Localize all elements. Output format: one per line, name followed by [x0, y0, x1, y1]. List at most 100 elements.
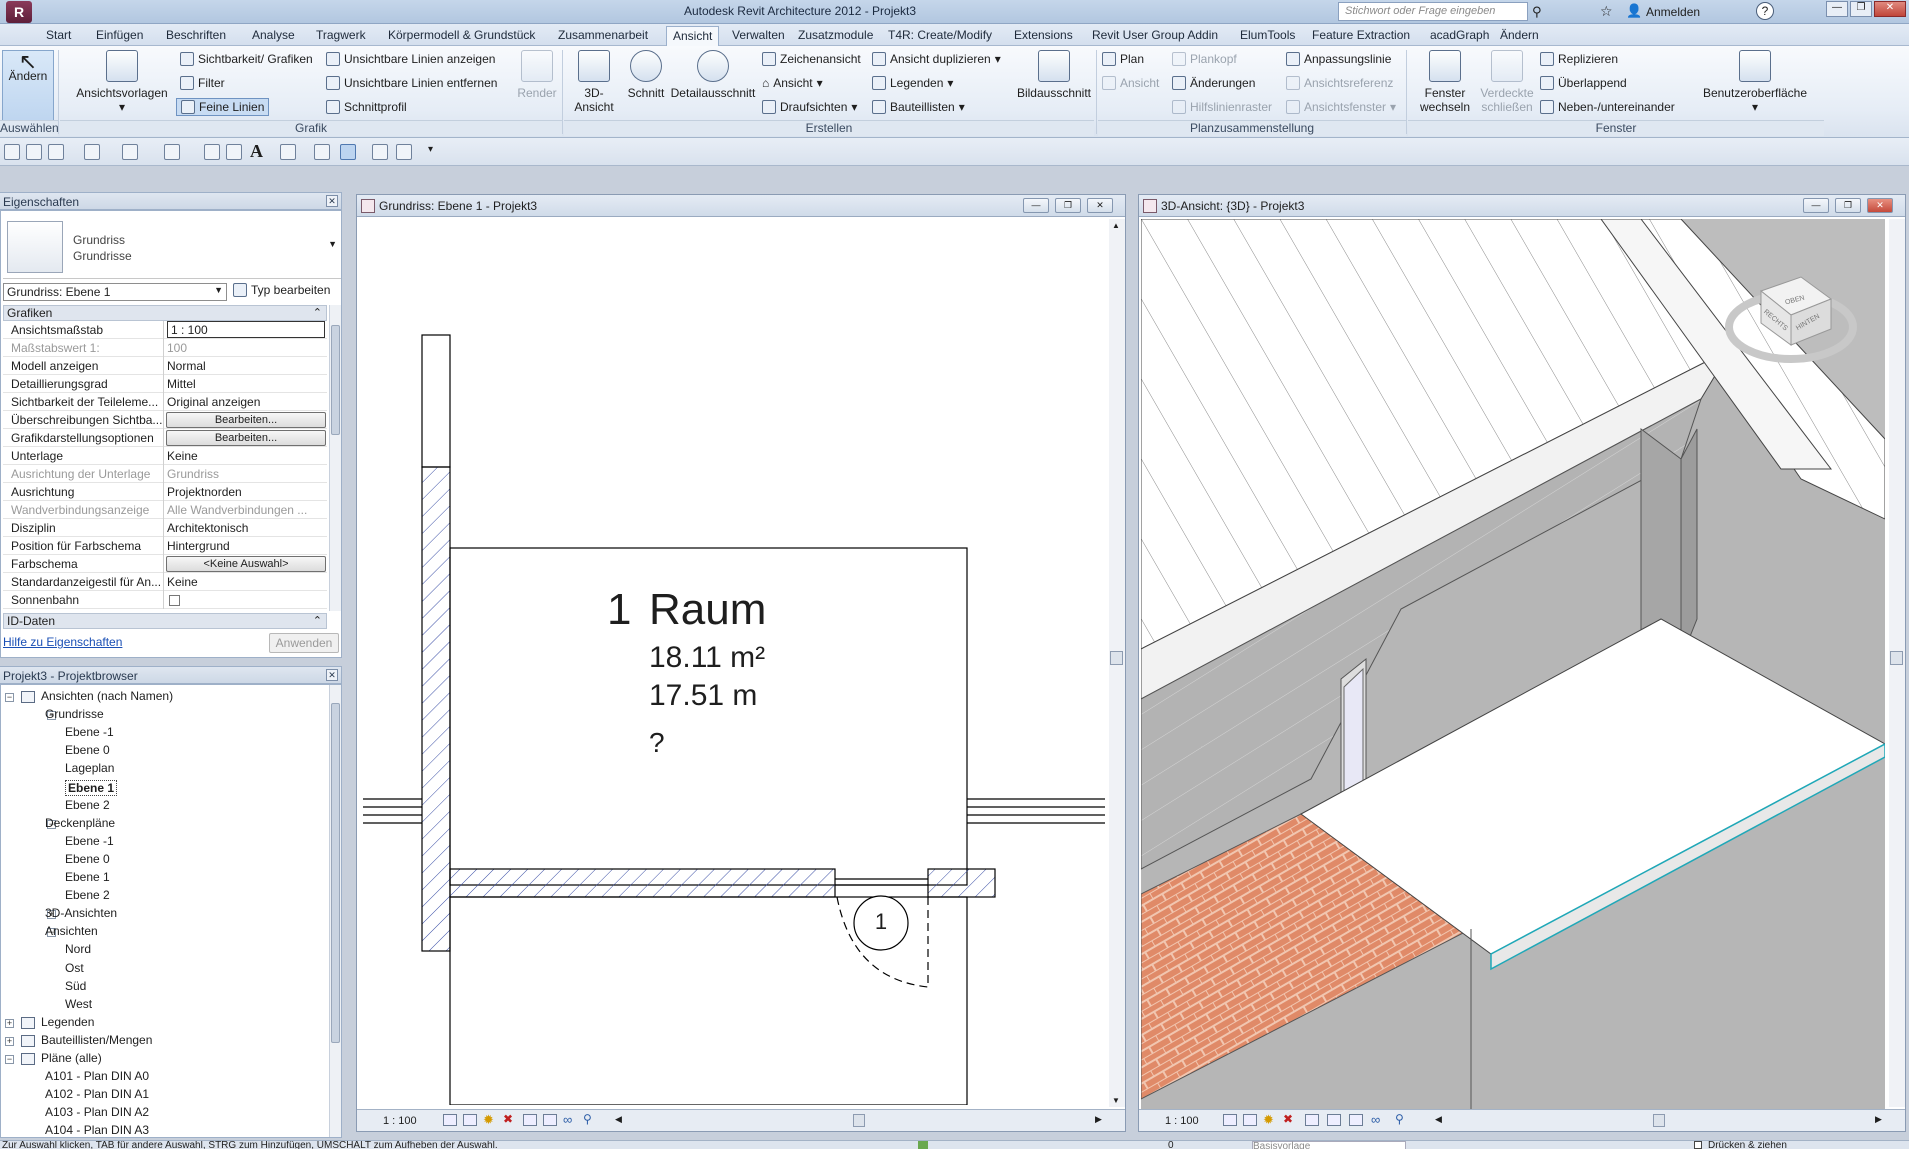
- browser-item[interactable]: Ebene 1: [65, 779, 118, 796]
- duplicate-view-button[interactable]: Ansicht duplizieren ▾: [872, 52, 1001, 66]
- plan-vertical-scrollbar[interactable]: ▲ ▼: [1109, 219, 1125, 1107]
- properties-help-link[interactable]: Hilfe zu Eigenschaften: [3, 635, 122, 649]
- section-qat-icon[interactable]: [314, 144, 330, 160]
- tab-extensions[interactable]: Extensions: [1008, 26, 1079, 46]
- tab-start[interactable]: Start: [40, 26, 77, 46]
- 3d-restore-button[interactable]: ❐: [1835, 198, 1861, 213]
- browser-item[interactable]: Ansichten (nach Namen): [41, 689, 173, 703]
- property-value[interactable]: Keine: [167, 449, 325, 463]
- browser-item[interactable]: Pläne (alle): [41, 1051, 102, 1065]
- crop-view-icon[interactable]: [1305, 1114, 1319, 1126]
- tile-button[interactable]: Neben-/untereinander: [1540, 100, 1675, 114]
- thin-lines-qat-icon[interactable]: [340, 144, 356, 160]
- view-place-button[interactable]: Ansicht: [1102, 76, 1159, 90]
- browser-item[interactable]: Bauteillisten/Mengen: [41, 1033, 152, 1047]
- tab-einfügen[interactable]: Einfügen: [90, 26, 149, 46]
- property-value[interactable]: Keine: [167, 575, 325, 589]
- 3d-vertical-scrollbar[interactable]: [1889, 219, 1905, 1107]
- browser-item[interactable]: Grundrisse: [45, 707, 104, 721]
- crop-region-icon[interactable]: [543, 1114, 557, 1126]
- reveal-hidden-icon[interactable]: ⚲: [583, 1112, 592, 1126]
- help-icon[interactable]: ?: [1756, 2, 1774, 20]
- browser-item[interactable]: Ebene 0: [65, 852, 110, 866]
- drafting-view-button[interactable]: Zeichenansicht: [762, 52, 861, 66]
- scroll-thumb[interactable]: [1890, 651, 1903, 665]
- browser-item[interactable]: A103 - Plan DIN A2: [45, 1105, 149, 1119]
- browser-item[interactable]: A104 - Plan DIN A3: [45, 1123, 149, 1137]
- browser-item[interactable]: Ebene 1: [65, 870, 110, 884]
- titleblock-button[interactable]: Plankopf: [1172, 52, 1237, 66]
- scroll-right-icon[interactable]: ▶: [1875, 1114, 1882, 1125]
- browser-item[interactable]: 3D-Ansichten: [45, 906, 117, 920]
- temp-hide-icon[interactable]: ∞: [563, 1112, 572, 1127]
- scroll-down-icon[interactable]: ▼: [1112, 1096, 1120, 1105]
- switch-windows-qat-icon[interactable]: [396, 144, 412, 160]
- scope-box-button[interactable]: Bildausschnitt: [1010, 50, 1098, 100]
- tab-ändern[interactable]: Ändern: [1494, 26, 1545, 46]
- text-icon[interactable]: A: [250, 141, 263, 162]
- sun-path-checkbox[interactable]: [169, 595, 180, 606]
- close-windows-icon[interactable]: [372, 144, 388, 160]
- press-drag-checkbox[interactable]: [1694, 1141, 1702, 1149]
- schedules-button[interactable]: Bauteillisten ▾: [872, 100, 965, 114]
- property-row[interactable]: Position für Farbschema Hintergrund: [3, 537, 327, 555]
- browser-item[interactable]: Ost: [65, 961, 84, 975]
- render-button[interactable]: Render: [514, 50, 560, 100]
- property-row[interactable]: Ausrichtung Projektnorden: [3, 483, 327, 501]
- detail-level-icon[interactable]: [1223, 1114, 1237, 1126]
- sheet-button[interactable]: Plan: [1102, 52, 1144, 66]
- close-button[interactable]: ✕: [1874, 1, 1906, 17]
- browser-item[interactable]: Ebene 2: [65, 888, 110, 902]
- binoculars-icon[interactable]: ⚲: [1532, 4, 1542, 20]
- scroll-up-icon[interactable]: ▲: [1112, 221, 1120, 230]
- browser-item[interactable]: Lageplan: [65, 761, 114, 775]
- measure-icon[interactable]: [164, 144, 180, 160]
- property-row[interactable]: Grafikdarstellungsoptionen Bearbeiten...: [3, 429, 327, 447]
- search-input[interactable]: Stichwort oder Frage eingeben: [1338, 2, 1528, 21]
- property-row[interactable]: Farbschema <Keine Auswahl>: [3, 555, 327, 573]
- property-row[interactable]: Modell anzeigen Normal: [3, 357, 327, 375]
- signin-button[interactable]: Anmelden: [1646, 5, 1700, 19]
- sun-path-icon[interactable]: ✹: [1263, 1112, 1274, 1128]
- elevation-button[interactable]: ⌂ Ansicht ▾: [762, 76, 823, 90]
- scroll-thumb[interactable]: [331, 703, 340, 1043]
- filter-button[interactable]: Filter: [180, 76, 225, 90]
- shadows-icon[interactable]: ✖: [1283, 1112, 1293, 1126]
- property-edit-button[interactable]: <Keine Auswahl>: [166, 556, 326, 572]
- open-icon[interactable]: [4, 144, 20, 160]
- 3d-scale[interactable]: 1 : 100: [1165, 1115, 1199, 1127]
- plan-minimize-button[interactable]: —: [1023, 198, 1049, 213]
- browser-item[interactable]: A101 - Plan DIN A0: [45, 1069, 149, 1083]
- property-value[interactable]: Mittel: [167, 377, 325, 391]
- shadows-icon[interactable]: ✖: [503, 1112, 513, 1126]
- edit-type-button[interactable]: Typ bearbeiten: [233, 283, 330, 297]
- crop-view-icon[interactable]: [523, 1114, 537, 1126]
- browser-item[interactable]: Ansichten: [45, 924, 98, 938]
- revisions-button[interactable]: Änderungen: [1172, 76, 1255, 90]
- app-logo[interactable]: R: [6, 1, 32, 23]
- browser-scrollbar[interactable]: [329, 685, 341, 1137]
- tab-verwalten[interactable]: Verwalten: [726, 26, 791, 46]
- property-row[interactable]: Wandverbindungsanzeige Alle Wandverbindun…: [3, 501, 327, 519]
- browser-item[interactable]: Süd: [65, 979, 86, 993]
- tab-feature-extraction[interactable]: Feature Extraction: [1306, 26, 1416, 46]
- remove-hidden-lines-button[interactable]: Unsichtbare Linien entfernen: [326, 76, 497, 90]
- scroll-left-icon[interactable]: ◀: [615, 1114, 622, 1125]
- reveal-hidden-icon[interactable]: ⚲: [1395, 1112, 1404, 1126]
- view-reference-button[interactable]: Ansichtsreferenz: [1286, 76, 1393, 90]
- plan-close-button[interactable]: ✕: [1087, 198, 1113, 213]
- matchline-button[interactable]: Anpassungslinie: [1286, 52, 1391, 66]
- browser-item[interactable]: Ebene -1: [65, 834, 114, 848]
- default-3d-icon[interactable]: [280, 144, 296, 160]
- workset-icon[interactable]: [918, 1141, 928, 1149]
- plan-scale[interactable]: 1 : 100: [383, 1115, 417, 1127]
- properties-close-button[interactable]: ✕: [326, 195, 338, 207]
- property-row[interactable]: Maßstabswert 1: 100: [3, 339, 327, 357]
- room-number[interactable]: 1: [607, 585, 631, 635]
- property-row[interactable]: Ausrichtung der Unterlage Grundriss: [3, 465, 327, 483]
- property-row[interactable]: Sonnenbahn: [3, 591, 327, 609]
- cascade-button[interactable]: Überlappend: [1540, 76, 1627, 90]
- property-row[interactable]: Sichtbarkeit der Teileleme... Original an…: [3, 393, 327, 411]
- property-value[interactable]: Projektnorden: [167, 485, 325, 499]
- property-edit-button[interactable]: Bearbeiten...: [166, 430, 326, 446]
